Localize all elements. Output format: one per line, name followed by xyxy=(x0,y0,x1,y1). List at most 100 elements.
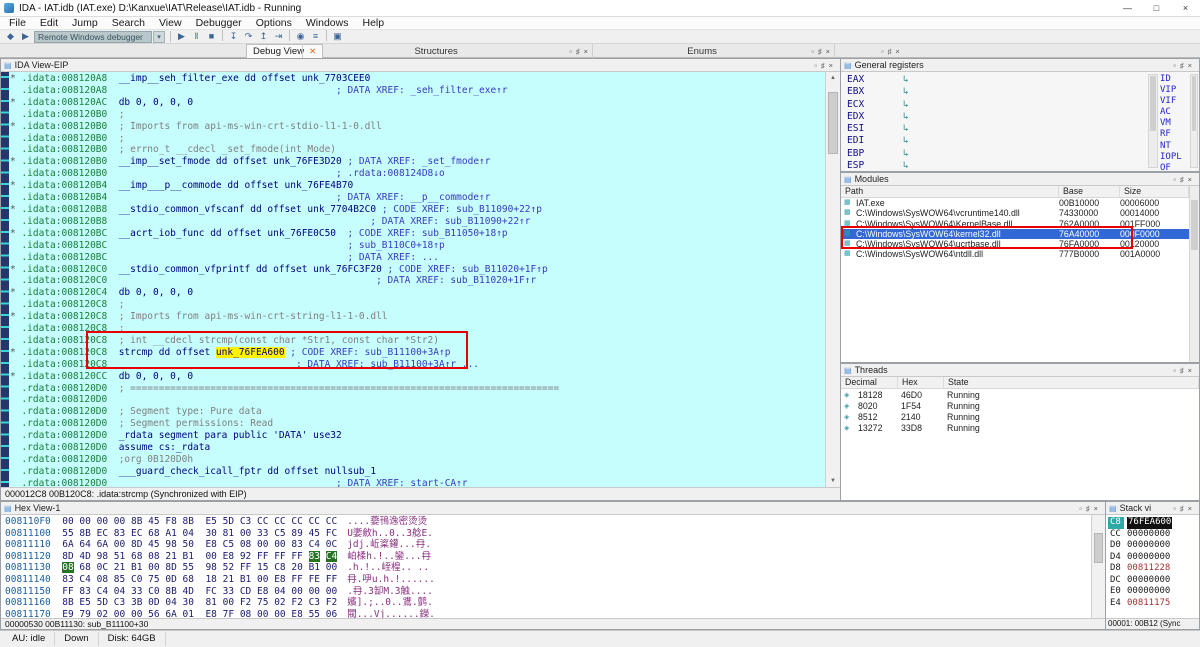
module-row[interactable]: ▦ C:\Windows\SysWOW64\KernelBase.dll 762A0… xyxy=(841,219,1189,229)
disasm-line[interactable]: .idata:008120B0 ; xyxy=(10,109,825,121)
step-into-icon[interactable]: ↧ xyxy=(226,30,241,43)
disasm-line[interactable]: * .idata:008120B4 __imp___p__commode dd … xyxy=(10,180,825,192)
scrollbar-thumb[interactable] xyxy=(1150,76,1156,132)
register-row[interactable]: EDX ↳ xyxy=(847,111,909,123)
disasm-line[interactable]: .idata:008120C8 ; xyxy=(10,299,825,311)
hex-row[interactable]: 00811120 8D 4D 98 51 68 08 21 B1 00 E8 9… xyxy=(5,550,435,563)
register-row[interactable]: EAX ↳ xyxy=(847,74,909,86)
module-row[interactable]: ▦ C:\Windows\SysWOW64\vcruntime140.dll 743… xyxy=(841,208,1189,218)
disasm-line[interactable]: * .idata:008120B0 ; Imports from api-ms-… xyxy=(10,121,825,133)
disassembly-listing[interactable]: * .idata:008120A8 __imp__seh_filter_exe … xyxy=(1,72,825,487)
flags-scrollbar[interactable] xyxy=(1190,74,1198,168)
disasm-line[interactable]: .rdata:008120D0 assume cs:_rdata xyxy=(10,442,825,454)
dock-pin-icon[interactable]: ♯ xyxy=(821,59,825,71)
column-header-decimal[interactable]: Decimal xyxy=(841,377,898,388)
hex-row[interactable]: 00811160 8B E5 5D C3 3B 0D 04 30 81 00 F… xyxy=(5,597,435,609)
stack-row[interactable]: D4 00000000 xyxy=(1108,552,1172,564)
breakpoint-list-icon[interactable]: ≡ xyxy=(308,30,323,43)
register-row[interactable]: ESI ↳ xyxy=(847,123,909,135)
disasm-line[interactable]: .rdata:008120D0 ; ======================… xyxy=(10,383,825,395)
disasm-line[interactable]: * .idata:008120AC db 0, 0, 0, 0 xyxy=(10,97,825,109)
disasm-line[interactable]: .idata:008120A8 ; DATA XREF: _seh_filter… xyxy=(10,85,825,97)
disasm-line[interactable]: * .idata:008120C0 __stdio_common_vfprint… xyxy=(10,264,825,276)
dock-float-icon[interactable]: ▫ xyxy=(1173,502,1176,514)
dock-close-icon[interactable]: × xyxy=(1094,502,1098,514)
menu-item-help[interactable]: Help xyxy=(355,17,391,30)
menu-item-file[interactable]: File xyxy=(2,17,33,30)
disasm-line[interactable]: .rdata:008120D0 xyxy=(10,394,825,406)
flag-rf[interactable]: RF xyxy=(1160,129,1188,140)
flag-of[interactable]: OF xyxy=(1160,163,1188,171)
stop-process-icon[interactable]: ■ xyxy=(204,30,219,43)
menu-item-windows[interactable]: Windows xyxy=(299,17,356,30)
disasm-line[interactable]: * .idata:008120A8 __imp__seh_filter_exe … xyxy=(10,73,825,85)
disasm-line[interactable]: * .idata:008120B8 __stdio_common_vfscanf… xyxy=(10,204,825,216)
flag-vm[interactable]: VM xyxy=(1160,118,1188,129)
hex-dump[interactable]: 008110F0 00 00 00 00 8B 45 F8 8B E5 5D C… xyxy=(5,516,435,620)
dock-pin-icon[interactable]: ♯ xyxy=(1086,502,1090,514)
scrollbar-thumb[interactable] xyxy=(1192,76,1196,132)
register-row[interactable]: EBP ↳ xyxy=(847,148,909,160)
dock-pin-icon[interactable]: ♯ xyxy=(888,45,892,58)
disasm-line[interactable]: * .idata:008120B0 __imp__set_fmode dd of… xyxy=(10,156,825,168)
dock-close-icon[interactable]: × xyxy=(895,45,899,58)
run-to-cursor-icon[interactable]: ⇥ xyxy=(271,30,286,43)
scroll-down-icon[interactable]: ▼ xyxy=(826,475,840,487)
disasm-line[interactable]: .rdata:008120D0 ___guard_check_icall_fpt… xyxy=(10,466,825,478)
thread-row[interactable]: ◈ 8020 1F54 Running xyxy=(841,401,1199,412)
dock-pin-icon[interactable]: ♯ xyxy=(818,45,822,58)
stack-row[interactable]: CC 00000000 xyxy=(1108,529,1172,541)
thread-row[interactable]: ◈ 8512 2140 Running xyxy=(841,412,1199,423)
disasm-line[interactable]: .idata:008120BC ; DATA XREF: ... xyxy=(10,252,825,264)
column-header-hex[interactable]: Hex xyxy=(898,377,944,388)
debugger-select[interactable]: Remote Windows debugger xyxy=(34,30,152,43)
maximize-icon[interactable]: □ xyxy=(1142,0,1171,17)
jump-to-value-icon[interactable]: ↳ xyxy=(903,148,909,159)
stack-row[interactable]: D0 00000000 xyxy=(1108,540,1172,552)
module-row[interactable]: ▦ IAT.exe 00B10000 00006000 xyxy=(841,198,1189,208)
hex-row[interactable]: 00811150 FF 83 C4 04 33 C0 8B 4D FC 33 C… xyxy=(5,586,435,598)
step-over-icon[interactable]: ↷ xyxy=(241,30,256,43)
disasm-line[interactable]: * .idata:008120CC db 0, 0, 0, 0 xyxy=(10,371,825,383)
jump-to-value-icon[interactable]: ↳ xyxy=(903,99,909,110)
jump-to-value-icon[interactable]: ↳ xyxy=(903,111,909,122)
menu-item-options[interactable]: Options xyxy=(249,17,299,30)
stack-list[interactable]: C8 76FEA600 CC 00000000 D0 00000000 D4 00000000… xyxy=(1108,517,1173,609)
dock-close-icon[interactable]: × xyxy=(1188,364,1192,376)
registers-scrollbar[interactable] xyxy=(1148,74,1158,168)
dock-pin-icon[interactable]: ♯ xyxy=(576,45,580,58)
disasm-line[interactable]: .idata:008120C8 ; DATA XREF: sub_B11100+… xyxy=(10,359,825,371)
hex-row[interactable]: 00811100 55 8B EC 83 EC 68 A1 04 30 81 0… xyxy=(5,528,435,540)
disasm-line[interactable]: .rdata:008120D0 _rdata segment para publ… xyxy=(10,430,825,442)
stack-row[interactable]: D8 00811228 xyxy=(1108,563,1172,575)
register-row[interactable]: EBX ↳ xyxy=(847,86,909,98)
module-row[interactable]: ▦ C:\Windows\SysWOW64\ucrtbase.dll 76FA000… xyxy=(841,239,1189,249)
module-row[interactable]: ▦ C:\Windows\SysWOW64\kernel32.dll 76A4000… xyxy=(841,228,1189,240)
disasm-line[interactable]: .idata:008120B0 ; .rdata:008124D8↓o xyxy=(10,168,825,180)
dock-float-icon[interactable]: ▫ xyxy=(811,45,814,58)
module-row[interactable]: ▦ C:\Windows\SysWOW64\ntdll.dll 777B0000 00… xyxy=(841,249,1189,259)
thread-row[interactable]: ◈ 18128 46D0 Running xyxy=(841,390,1199,401)
hex-row[interactable]: 00811140 83 C4 08 85 C0 75 0D 68 18 21 B… xyxy=(5,574,435,586)
disasm-line[interactable]: * .idata:008120BC __acrt_iob_func dd off… xyxy=(10,228,825,240)
close-icon[interactable]: × xyxy=(1171,0,1200,17)
disasm-line[interactable]: .idata:008120B8 ; DATA XREF: sub_B11090+… xyxy=(10,216,825,228)
disasm-line[interactable]: .idata:008120B0 ; xyxy=(10,133,825,145)
hex-row[interactable]: 00811110 6A 64 6A 00 8D 45 98 50 E8 C5 0… xyxy=(5,539,435,551)
breakpoint-icon[interactable]: ◉ xyxy=(293,30,308,43)
minimize-icon[interactable]: — xyxy=(1113,0,1142,17)
jump-to-value-icon[interactable]: ↳ xyxy=(903,160,909,171)
dock-close-icon[interactable]: × xyxy=(1188,173,1192,185)
menu-item-search[interactable]: Search xyxy=(105,17,152,30)
flag-vif[interactable]: VIF xyxy=(1160,96,1188,107)
scrollbar-thumb[interactable] xyxy=(828,92,838,154)
register-row[interactable]: ECX ↳ xyxy=(847,99,909,111)
stack-row[interactable]: E0 00000000 xyxy=(1108,586,1172,598)
menu-item-edit[interactable]: Edit xyxy=(33,17,65,30)
hex-row[interactable]: 008110F0 00 00 00 00 8B 45 F8 8B E5 5D C… xyxy=(5,516,435,528)
dock-close-icon[interactable]: × xyxy=(829,59,833,71)
jump-to-value-icon[interactable]: ↳ xyxy=(903,86,909,97)
disasm-line[interactable]: * .idata:008120C4 db 0, 0, 0, 0 xyxy=(10,287,825,299)
debugger-windows-icon[interactable]: ▣ xyxy=(330,30,345,43)
thread-row[interactable]: ◈ 13272 33D8 Running xyxy=(841,423,1199,434)
